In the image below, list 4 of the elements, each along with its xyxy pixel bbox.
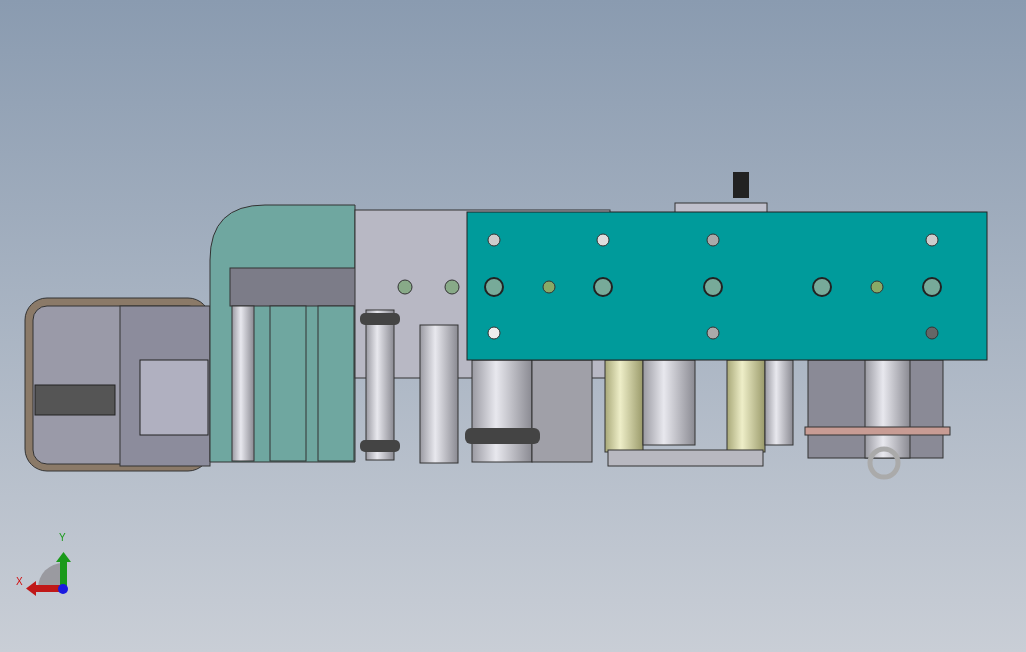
model-viewport[interactable]: Y X	[0, 0, 1026, 652]
axis-triad-icon	[26, 552, 71, 596]
y-axis-label: Y	[59, 533, 66, 543]
x-axis-label: X	[16, 577, 23, 587]
